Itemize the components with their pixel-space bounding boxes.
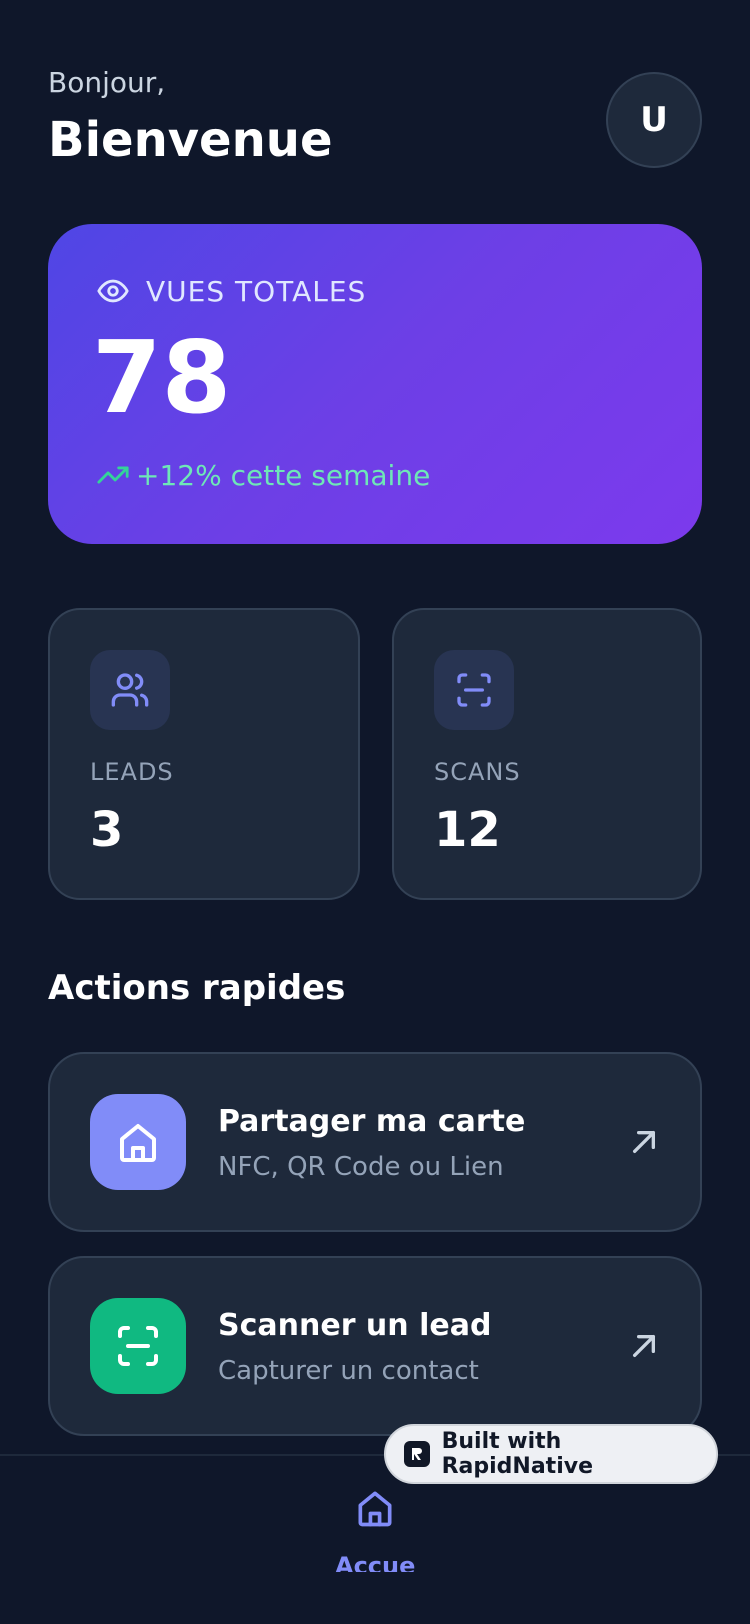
- scan-lead-title: Scanner un lead: [218, 1308, 492, 1343]
- scans-stat-card[interactable]: SCANS 12: [392, 608, 702, 900]
- total-views-value: 78: [92, 319, 232, 436]
- home-icon: [90, 1094, 186, 1190]
- trending-up-icon: [97, 466, 129, 484]
- scan-icon: [434, 650, 514, 730]
- scan-icon: [90, 1298, 186, 1394]
- views-trend: +12% cette semaine: [96, 458, 430, 492]
- users-icon: [90, 650, 170, 730]
- leads-stat-card[interactable]: LEADS 3: [48, 608, 360, 900]
- share-card-subtitle: NFC, QR Code ou Lien: [218, 1152, 504, 1182]
- home-icon: [358, 1491, 392, 1527]
- leads-label: LEADS: [90, 758, 174, 786]
- nav-item-home-label: Accueil: [335, 1552, 415, 1572]
- home-screen: Bonjour, Bienvenue U VUES TOTALES 78 +12…: [0, 0, 750, 1624]
- scan-lead-action[interactable]: Scanner un lead Capturer un contact: [48, 1256, 702, 1436]
- page-title: Bienvenue: [48, 112, 333, 168]
- scan-lead-subtitle: Capturer un contact: [218, 1356, 479, 1386]
- avatar-initial: U: [640, 100, 668, 140]
- share-card-action[interactable]: Partager ma carte NFC, QR Code ou Lien: [48, 1052, 702, 1232]
- built-with-badge[interactable]: Built with RapidNative: [384, 1424, 718, 1484]
- eye-icon: [97, 279, 129, 303]
- total-views-card[interactable]: VUES TOTALES 78 +12% cette semaine: [48, 224, 702, 544]
- arrow-up-right-icon: [633, 1335, 655, 1357]
- quick-actions-title: Actions rapides: [48, 968, 346, 1008]
- total-views-label: VUES TOTALES: [146, 274, 367, 308]
- scans-label: SCANS: [434, 758, 521, 786]
- share-card-title: Partager ma carte: [218, 1104, 526, 1139]
- built-with-text: Built with RapidNative: [441, 1429, 593, 1479]
- arrow-up-right-icon: [633, 1131, 655, 1153]
- leads-value: 3: [90, 802, 124, 858]
- scans-value: 12: [434, 802, 501, 858]
- total-views-header: VUES TOTALES: [96, 274, 366, 308]
- views-trend-text: +12% cette semaine: [136, 458, 431, 492]
- nav-item-home[interactable]: Accueil: [335, 1466, 415, 1586]
- greeting-text: Bonjour,: [48, 66, 166, 99]
- avatar[interactable]: U: [606, 72, 702, 168]
- rapidnative-logo-icon: [404, 1441, 430, 1467]
